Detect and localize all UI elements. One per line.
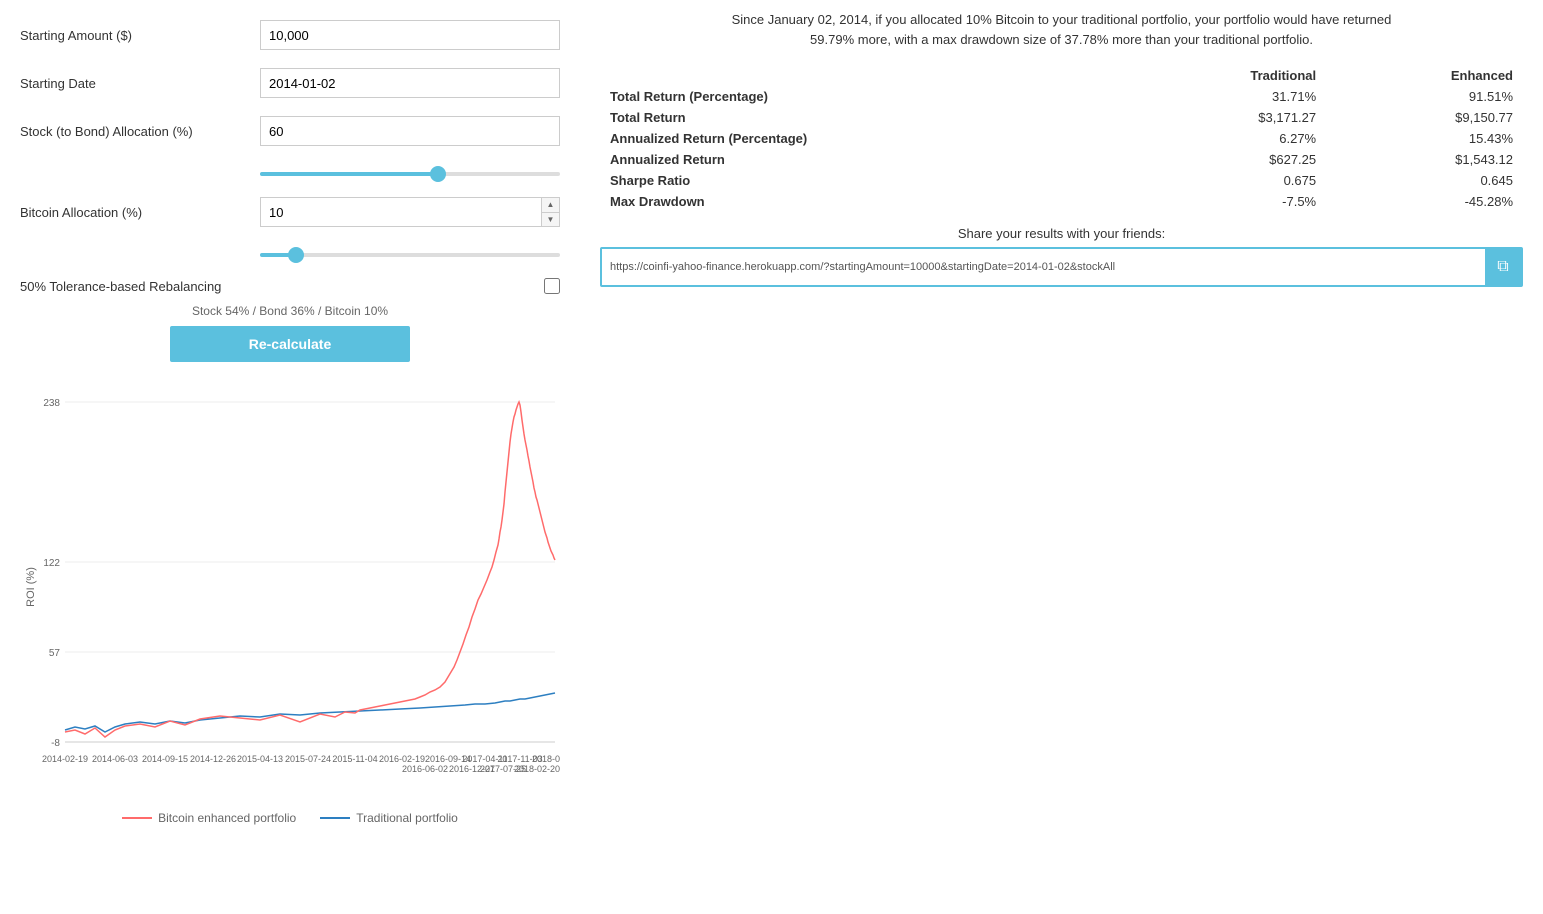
stats-cell-label-4: Sharpe Ratio <box>600 170 1121 191</box>
x-label-15: 2018-07-13 <box>532 754 560 764</box>
stats-cell-enhanced-4: 0.645 <box>1326 170 1523 191</box>
stats-cell-enhanced-3: $1,543.12 <box>1326 149 1523 170</box>
stats-row-3: Annualized Return $627.25 $1,543.12 <box>600 149 1523 170</box>
stats-row-4: Sharpe Ratio 0.675 0.645 <box>600 170 1523 191</box>
stock-bond-slider-row <box>20 164 560 179</box>
x-label-1: 2014-06-03 <box>92 754 138 764</box>
y-label-122: 122 <box>43 558 60 569</box>
x-label-0: 2014-02-19 <box>42 754 88 764</box>
share-label: Share your results with your friends: <box>600 226 1523 241</box>
chart-legend: Bitcoin enhanced portfolio Traditional p… <box>20 811 560 825</box>
bitcoin-spinner-down[interactable]: ▼ <box>541 213 559 227</box>
stats-cell-enhanced-0: 91.51% <box>1326 86 1523 107</box>
x-label-3: 2014-12-26 <box>190 754 236 764</box>
roi-chart: ROI (%) 238 122 57 -8 <box>20 372 560 802</box>
bitcoin-input-wrapper: ▲ ▼ <box>260 197 560 227</box>
x-label-14: 2018-02-20 <box>514 764 560 774</box>
legend-traditional: Traditional portfolio <box>320 811 458 825</box>
x-label-2: 2014-09-15 <box>142 754 188 764</box>
right-panel: Since January 02, 2014, if you allocated… <box>580 0 1543 914</box>
rebalancing-checkbox[interactable] <box>544 278 560 294</box>
summary-text: Since January 02, 2014, if you allocated… <box>722 10 1402 49</box>
starting-amount-row: Starting Amount ($) <box>20 20 560 50</box>
enhanced-line <box>65 402 555 737</box>
stats-cell-traditional-5: -7.5% <box>1121 191 1327 212</box>
stats-cell-label-0: Total Return (Percentage) <box>600 86 1121 107</box>
stats-row-0: Total Return (Percentage) 31.71% 91.51% <box>600 86 1523 107</box>
stats-row-1: Total Return $3,171.27 $9,150.77 <box>600 107 1523 128</box>
bitcoin-slider[interactable] <box>260 253 560 257</box>
x-label-6: 2015-11-04 <box>332 754 377 764</box>
stats-cell-traditional-3: $627.25 <box>1121 149 1327 170</box>
rebalancing-row: 50% Tolerance-based Rebalancing <box>20 278 560 294</box>
traditional-legend-label: Traditional portfolio <box>356 811 458 825</box>
allocation-summary: Stock 54% / Bond 36% / Bitcoin 10% <box>20 304 560 318</box>
stats-col-metric <box>600 65 1121 86</box>
starting-date-label: Starting Date <box>20 76 260 91</box>
share-row: https://coinfi-yahoo-finance.herokuapp.c… <box>600 247 1523 287</box>
stats-cell-enhanced-1: $9,150.77 <box>1326 107 1523 128</box>
stats-table: Traditional Enhanced Total Return (Perce… <box>600 65 1523 212</box>
bitcoin-alloc-label: Bitcoin Allocation (%) <box>20 205 260 220</box>
starting-amount-label: Starting Amount ($) <box>20 28 260 43</box>
stats-header-row: Traditional Enhanced <box>600 65 1523 86</box>
stats-cell-traditional-1: $3,171.27 <box>1121 107 1327 128</box>
bitcoin-spinner: ▲ ▼ <box>541 198 559 226</box>
x-label-8: 2016-06-02 <box>402 764 448 774</box>
stats-cell-traditional-0: 31.71% <box>1121 86 1327 107</box>
stock-bond-input[interactable] <box>260 116 560 146</box>
stock-bond-row: Stock (to Bond) Allocation (%) <box>20 116 560 146</box>
stats-cell-enhanced-5: -45.28% <box>1326 191 1523 212</box>
bitcoin-alloc-row: Bitcoin Allocation (%) ▲ ▼ <box>20 197 560 227</box>
stats-col-traditional: Traditional <box>1121 65 1327 86</box>
share-url: https://coinfi-yahoo-finance.herokuapp.c… <box>602 255 1485 279</box>
legend-enhanced: Bitcoin enhanced portfolio <box>122 811 296 825</box>
left-panel: Starting Amount ($) Starting Date Stock … <box>0 0 580 914</box>
bitcoin-slider-container <box>260 245 560 260</box>
starting-date-input[interactable] <box>260 68 560 98</box>
stock-bond-slider[interactable] <box>260 172 560 176</box>
enhanced-legend-label: Bitcoin enhanced portfolio <box>158 811 296 825</box>
stats-body: Total Return (Percentage) 31.71% 91.51% … <box>600 86 1523 212</box>
stats-row-2: Annualized Return (Percentage) 6.27% 15.… <box>600 128 1523 149</box>
bitcoin-alloc-input[interactable] <box>260 197 560 227</box>
starting-amount-input[interactable] <box>260 20 560 50</box>
stats-cell-label-5: Max Drawdown <box>600 191 1121 212</box>
stats-cell-label-1: Total Return <box>600 107 1121 128</box>
y-label-57: 57 <box>49 648 61 659</box>
stock-bond-slider-container <box>260 164 560 179</box>
traditional-line <box>65 693 555 732</box>
x-label-5: 2015-07-24 <box>285 754 331 764</box>
x-label-7: 2016-02-19 <box>379 754 425 764</box>
starting-date-row: Starting Date <box>20 68 560 98</box>
recalculate-button[interactable]: Re-calculate <box>170 326 410 362</box>
y-label-238: 238 <box>43 398 60 409</box>
rebalancing-label: 50% Tolerance-based Rebalancing <box>20 279 544 294</box>
stats-row-5: Max Drawdown -7.5% -45.28% <box>600 191 1523 212</box>
stock-bond-label: Stock (to Bond) Allocation (%) <box>20 124 260 139</box>
stats-cell-traditional-4: 0.675 <box>1121 170 1327 191</box>
copy-button[interactable]: ⧉ <box>1485 249 1521 285</box>
stats-cell-enhanced-2: 15.43% <box>1326 128 1523 149</box>
stats-cell-label-3: Annualized Return <box>600 149 1121 170</box>
y-label-neg8: -8 <box>51 738 60 749</box>
enhanced-legend-line <box>122 817 152 819</box>
bitcoin-spinner-up[interactable]: ▲ <box>541 198 559 213</box>
y-axis-label: ROI (%) <box>25 567 37 607</box>
traditional-legend-line <box>320 817 350 819</box>
copy-icon: ⧉ <box>1497 258 1508 276</box>
bitcoin-slider-row <box>20 245 560 260</box>
stats-cell-traditional-2: 6.27% <box>1121 128 1327 149</box>
x-label-4: 2015-04-13 <box>237 754 283 764</box>
stats-cell-label-2: Annualized Return (Percentage) <box>600 128 1121 149</box>
stats-col-enhanced: Enhanced <box>1326 65 1523 86</box>
chart-area: ROI (%) 238 122 57 -8 <box>20 372 560 802</box>
